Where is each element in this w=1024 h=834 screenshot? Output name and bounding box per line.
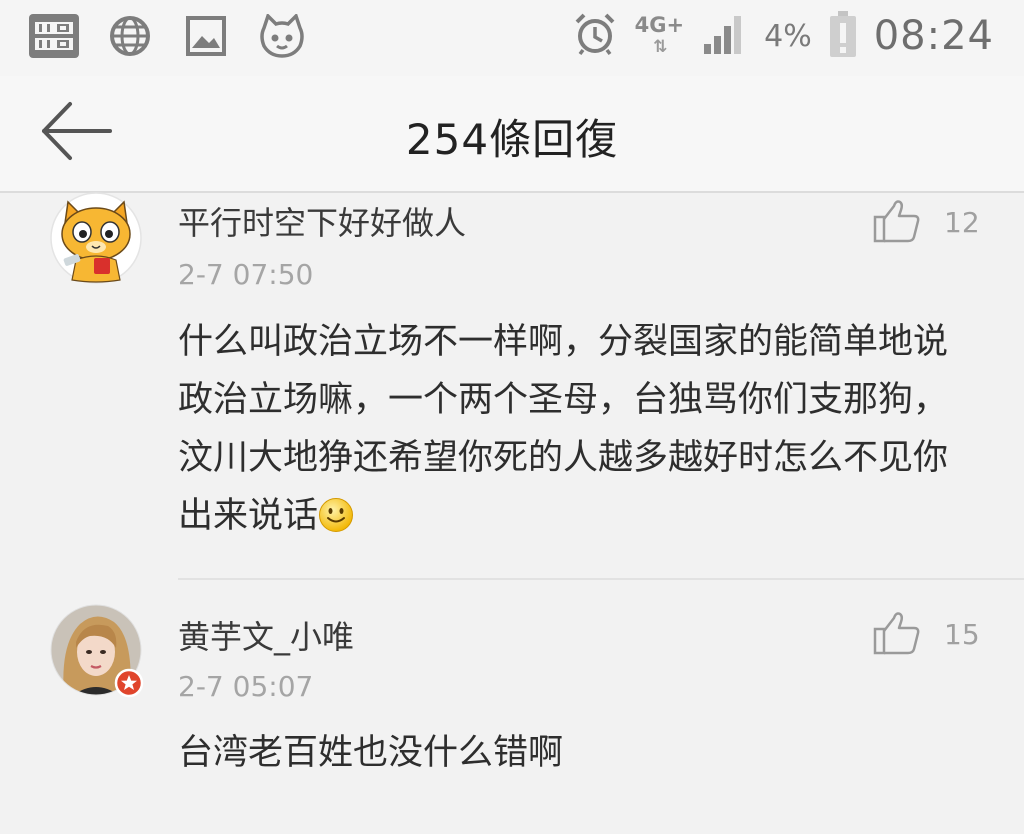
- network-indicator: 4G+ ⇅: [635, 14, 684, 58]
- cartoon-cat-avatar[interactable]: [50, 192, 142, 284]
- comment-text: 台湾老百姓也没什么错啊: [178, 733, 564, 773]
- battery-percent: 4%: [764, 18, 812, 54]
- comment-username[interactable]: 黄芋文_小唯: [178, 612, 354, 658]
- image-icon: [180, 12, 232, 60]
- cat-app-icon: [256, 12, 308, 60]
- like-button[interactable]: [872, 610, 922, 656]
- comment-divider: [178, 578, 1024, 580]
- like-count: 15: [944, 618, 980, 651]
- comment-username[interactable]: 平行时空下好好做人: [178, 198, 466, 244]
- momo-app-icon: [28, 12, 80, 60]
- status-clock: 08:24: [873, 13, 994, 59]
- globe-icon: [104, 12, 156, 60]
- page-title: 254條回復: [405, 115, 619, 164]
- page-header: 254條回復: [0, 76, 1024, 193]
- comment-body: 什么叫政治立场不一样啊，分裂国家的能简单地说政治立场嘛，一个两个圣母，台独骂你们…: [178, 313, 978, 545]
- comment-timestamp: 2-7 07:50: [178, 258, 314, 291]
- verified-star-badge: [114, 668, 144, 698]
- comment-text: 什么叫政治立场不一样啊，分裂国家的能简单地说政治立场嘛，一个两个圣母，台独骂你们…: [178, 322, 949, 536]
- thumbs-up-icon: [873, 612, 920, 655]
- like-button[interactable]: [872, 198, 922, 244]
- alarm-clock-icon: [573, 12, 617, 60]
- battery-low-icon: [829, 11, 856, 61]
- signal-bars-icon: [702, 12, 746, 60]
- comment-body: 台湾老百姓也没什么错啊: [178, 724, 978, 782]
- thumbs-up-icon: [873, 200, 920, 243]
- data-arrows-icon: ⇅: [653, 37, 667, 57]
- user-photo-avatar[interactable]: [50, 604, 144, 698]
- smiley-face-icon: [319, 498, 354, 532]
- network-type: 4G+: [634, 13, 685, 37]
- status-bar: 4G+ ⇅ 4% 08:24: [0, 0, 1024, 76]
- comment-timestamp: 2-7 05:07: [178, 670, 314, 703]
- like-count: 12: [944, 206, 980, 239]
